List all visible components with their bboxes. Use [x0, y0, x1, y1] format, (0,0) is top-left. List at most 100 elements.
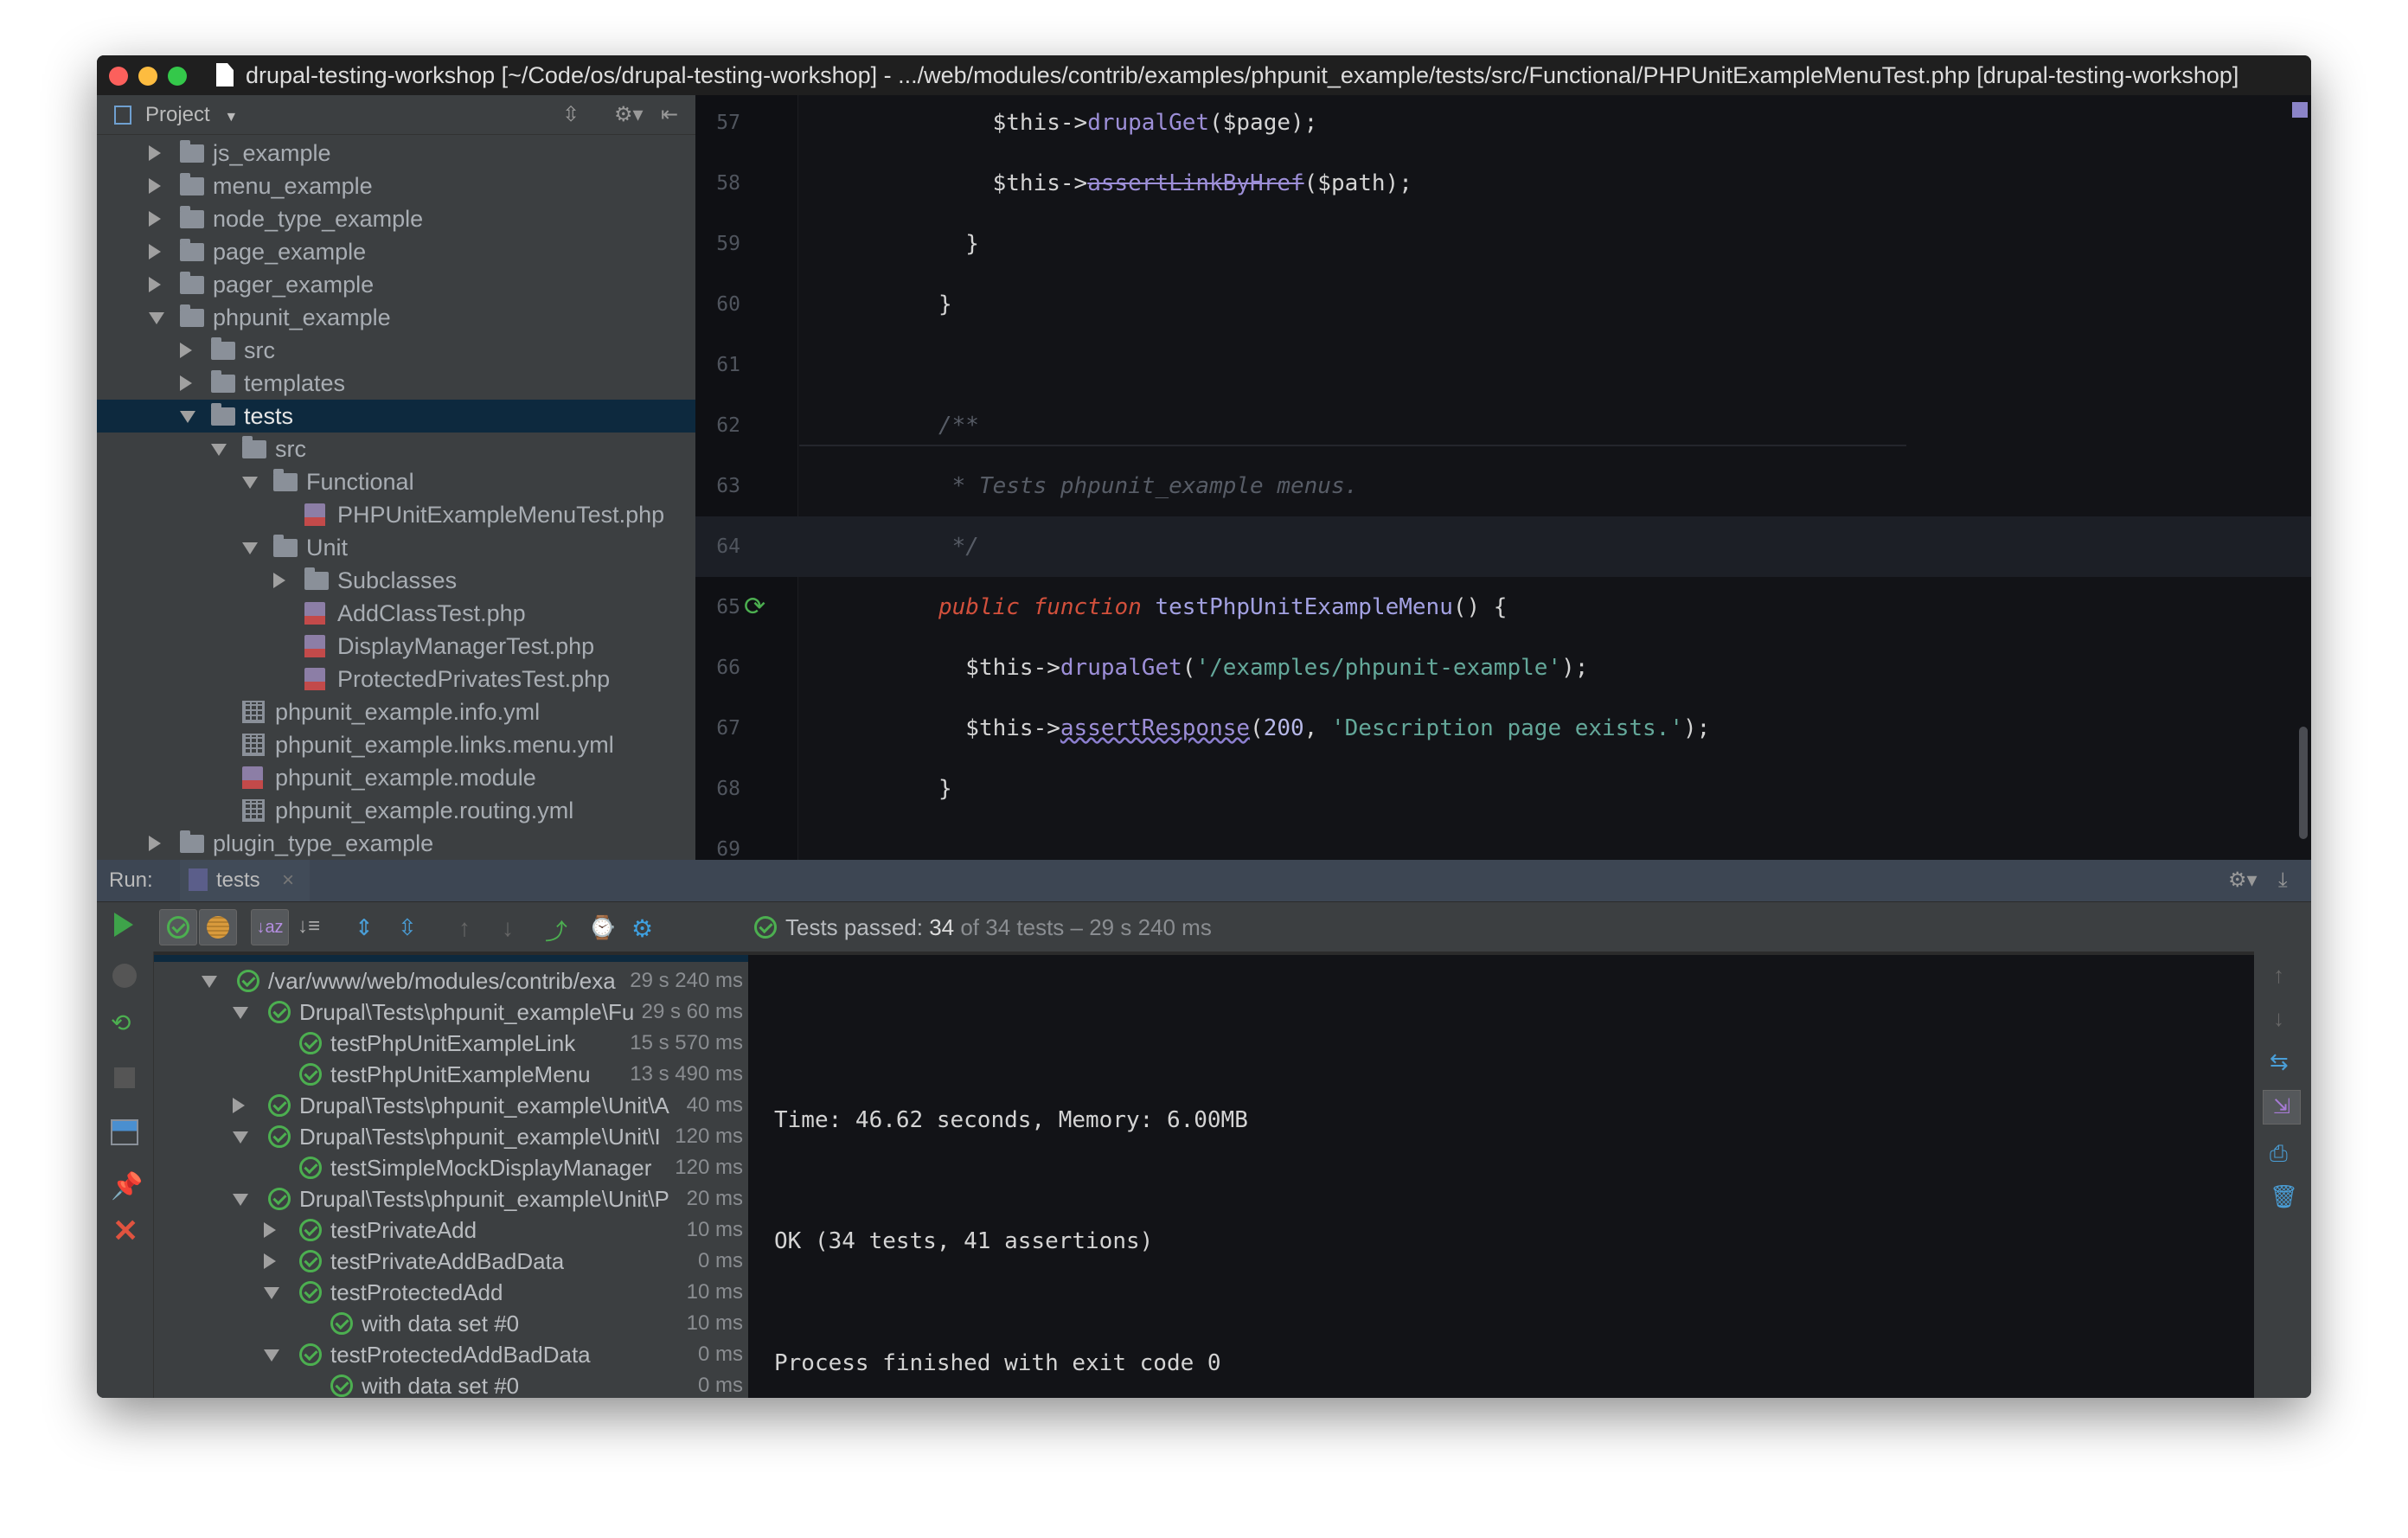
expanded-arrow-icon[interactable]: [233, 1194, 248, 1206]
previous-failed-test-button[interactable]: ↑: [458, 914, 484, 941]
next-failed-test-button[interactable]: ↓: [502, 914, 528, 941]
collapsed-arrow-icon[interactable]: [149, 277, 161, 292]
tree-item-unit[interactable]: Unit: [97, 531, 695, 564]
collapsed-arrow-icon[interactable]: [264, 1222, 276, 1238]
expanded-arrow-icon[interactable]: [211, 444, 227, 456]
tree-item-displaymanagertest-php[interactable]: DisplayManagerTest.php: [97, 630, 695, 663]
expanded-arrow-icon[interactable]: [264, 1349, 279, 1362]
test-result-row[interactable]: Drupal\Tests\phpunit_example\Fu 29 s 60 m…: [154, 996, 748, 1028]
tree-item-functional[interactable]: Functional: [97, 465, 695, 498]
project-view-selector[interactable]: Project ▼: [145, 95, 238, 138]
close-tab-icon[interactable]: ×: [282, 860, 294, 901]
editor-scrollbar[interactable]: [2299, 727, 2308, 839]
collapsed-arrow-icon[interactable]: [180, 375, 192, 391]
tree-item-phpunit-example[interactable]: phpunit_example: [97, 301, 695, 334]
collapse-all-button[interactable]: ⇳: [398, 914, 424, 940]
test-result-row[interactable]: Drupal\Tests\phpunit_example\Unit\P 20 ms: [154, 1183, 748, 1214]
test-result-row[interactable]: testProtectedAdd 10 ms: [154, 1277, 748, 1308]
scroll-to-end-icon[interactable]: ⇲: [2263, 1090, 2301, 1125]
tree-item-menu-example[interactable]: menu_example: [97, 170, 695, 202]
minimize-panel-icon[interactable]: ⤓: [2278, 860, 2288, 901]
zoom-window-button[interactable]: [168, 67, 187, 86]
minimize-window-button[interactable]: [138, 67, 157, 86]
restore-layout-icon[interactable]: [111, 1119, 138, 1145]
sort-alphabetically-toggle[interactable]: ↓az: [251, 909, 289, 945]
tree-item-node-type-example[interactable]: node_type_example: [97, 202, 695, 235]
collapsed-arrow-icon[interactable]: [149, 836, 161, 851]
test-result-row[interactable]: testSimpleMockDisplayManager 120 ms: [154, 1152, 748, 1183]
close-run-icon[interactable]: ✕: [112, 1213, 138, 1249]
test-result-row[interactable]: testPhpUnitExampleLink 15 s 570 ms: [154, 1028, 748, 1059]
expanded-arrow-icon[interactable]: [180, 411, 195, 423]
show-ignored-toggle[interactable]: [199, 909, 237, 945]
collapsed-arrow-icon[interactable]: [149, 178, 161, 194]
tree-item-src[interactable]: src: [97, 334, 695, 367]
tree-item-phpunit-example-info-yml[interactable]: phpunit_example.info.yml: [97, 695, 695, 728]
tree-item-pager-example[interactable]: pager_example: [97, 268, 695, 301]
test-result-row[interactable]: with data set #0 0 ms: [154, 1370, 748, 1398]
test-result-row[interactable]: /var/www/web/modules/contrib/exa 29 s 240…: [154, 965, 748, 996]
stop-button[interactable]: [114, 1067, 135, 1088]
clear-all-icon[interactable]: 🗑: [2270, 1183, 2298, 1210]
expanded-arrow-icon[interactable]: [233, 1131, 248, 1144]
tree-item-js-example[interactable]: js_example: [97, 137, 695, 170]
settings-button[interactable]: ⚙: [631, 914, 657, 942]
rerun-button[interactable]: [114, 913, 133, 937]
pin-tab-icon[interactable]: 📌: [111, 1171, 143, 1202]
collapsed-arrow-icon[interactable]: [149, 145, 161, 161]
tree-item-phpunit-example-module[interactable]: phpunit_example.module: [97, 761, 695, 794]
tree-item-phpunitexamplemenutest-php[interactable]: PHPUnitExampleMenuTest.php: [97, 498, 695, 531]
gear-icon[interactable]: ⚙▾: [2228, 860, 2258, 901]
tree-item-protectedprivatestest-php[interactable]: ProtectedPrivatesTest.php: [97, 663, 695, 695]
test-result-row[interactable]: Drupal\Tests\phpunit_example\Unit\I 120 m…: [154, 1121, 748, 1152]
test-result-row[interactable]: testPhpUnitExampleMenu 13 s 490 ms: [154, 1059, 748, 1090]
test-result-row[interactable]: testProtectedAddBadData 0 ms: [154, 1339, 748, 1370]
code-editor[interactable]: 57 $this->drupalGet($page); 58 $this->ass…: [695, 95, 2311, 860]
test-history-button[interactable]: ⌚: [588, 914, 616, 940]
gear-icon[interactable]: ⚙▾: [614, 95, 644, 135]
tree-item-tests[interactable]: tests: [97, 400, 695, 433]
console-output[interactable]: Time: 46.62 seconds, Memory: 6.00MB OK (…: [748, 955, 2254, 1398]
collapsed-arrow-icon[interactable]: [233, 1098, 245, 1113]
toggle-auto-test-icon[interactable]: ⟲: [111, 1009, 131, 1037]
tree-item-phpunit-example-links-menu-yml[interactable]: phpunit_example.links.menu.yml: [97, 728, 695, 761]
expanded-arrow-icon[interactable]: [242, 477, 258, 489]
expanded-arrow-icon[interactable]: [233, 1007, 248, 1019]
collapsed-arrow-icon[interactable]: [273, 573, 285, 588]
print-icon[interactable]: ⎙: [2270, 1140, 2288, 1168]
tree-item-templates[interactable]: templates: [97, 367, 695, 400]
error-stripe-marker[interactable]: [2292, 102, 2308, 118]
expanded-arrow-icon[interactable]: [264, 1287, 279, 1299]
collapsed-arrow-icon[interactable]: [180, 343, 192, 358]
test-result-row[interactable]: testPrivateAddBadData 0 ms: [154, 1246, 748, 1277]
tree-item-page-example[interactable]: page_example: [97, 235, 695, 268]
code-token: testPhpUnitExampleMenu: [1155, 594, 1453, 620]
test-result-row[interactable]: with data set #0 10 ms: [154, 1308, 748, 1339]
tree-item-addclasstest-php[interactable]: AddClassTest.php: [97, 597, 695, 630]
show-passed-toggle[interactable]: [159, 909, 197, 945]
scroll-up-icon[interactable]: ↑: [2273, 962, 2284, 989]
collapsed-arrow-icon[interactable]: [149, 244, 161, 260]
expanded-arrow-icon[interactable]: [242, 542, 258, 554]
export-results-button[interactable]: ⤴: [545, 914, 571, 945]
tree-item-plugin-type-example[interactable]: plugin_type_example: [97, 827, 695, 860]
collapsed-arrow-icon[interactable]: [149, 211, 161, 227]
test-result-row[interactable]: testPrivateAdd 10 ms: [154, 1214, 748, 1246]
scroll-down-icon[interactable]: ↓: [2273, 1005, 2284, 1032]
tree-item-src[interactable]: src: [97, 433, 695, 465]
collapse-all-icon[interactable]: ⇳: [562, 95, 580, 135]
hide-panel-icon[interactable]: ⇤: [661, 95, 678, 135]
run-test-gutter-icon[interactable]: ⟳: [744, 577, 765, 638]
tree-item-subclasses[interactable]: Subclasses: [97, 564, 695, 597]
expanded-arrow-icon[interactable]: [202, 976, 217, 988]
export-warning-icon[interactable]: [112, 964, 137, 988]
tree-item-phpunit-example-routing-yml[interactable]: phpunit_example.routing.yml: [97, 794, 695, 827]
test-result-row[interactable]: Drupal\Tests\phpunit_example\Unit\A 40 ms: [154, 1090, 748, 1121]
run-tab-tests[interactable]: tests ×: [180, 860, 310, 901]
close-window-button[interactable]: [109, 67, 128, 86]
collapsed-arrow-icon[interactable]: [264, 1253, 276, 1269]
expand-all-button[interactable]: ⇕: [355, 914, 381, 940]
expanded-arrow-icon[interactable]: [149, 312, 164, 324]
sort-by-duration-button[interactable]: ↓≡: [298, 914, 323, 940]
soft-wrap-icon[interactable]: ⇆: [2270, 1048, 2289, 1075]
